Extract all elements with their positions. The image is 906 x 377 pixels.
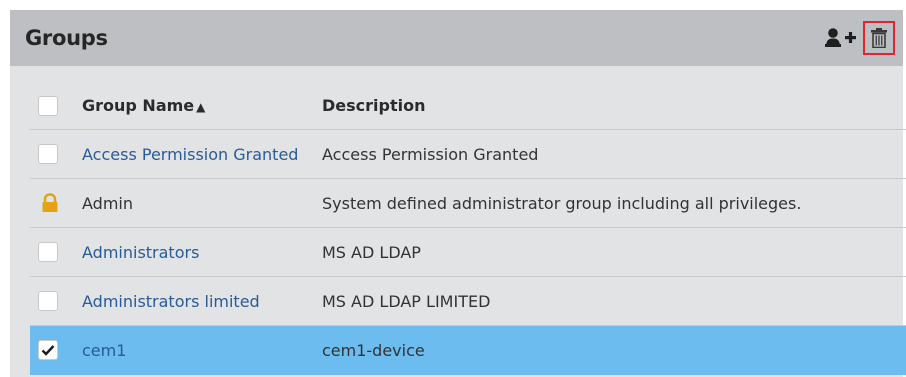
panel-title: Groups [25,26,108,50]
group-name-text: Admin [82,193,133,213]
checkmark-icon [41,345,55,356]
row-check-cell [30,291,82,311]
table-row-selected[interactable]: cem1 cem1-device [30,326,906,375]
groups-table: Group Name ▲ Description Access Permissio… [30,82,906,375]
group-description: Access Permission Granted [322,144,539,164]
row-check-cell [30,144,82,164]
group-name-link[interactable]: cem1 [82,341,322,360]
column-header-description[interactable]: Description [322,96,906,115]
table-header-row: Group Name ▲ Description [30,82,906,130]
row-check-cell [30,242,82,262]
column-header-group-name[interactable]: Group Name ▲ [82,96,322,115]
sort-ascending-icon: ▲ [196,100,206,114]
group-name-label: Group Name [82,96,195,115]
group-description: System defined administrator group inclu… [322,193,802,213]
table-row[interactable]: Admin System defined administrator group… [30,179,906,228]
group-description: cem1-device [322,340,425,360]
delete-group-button[interactable] [863,21,895,55]
group-description: MS AD LDAP LIMITED [322,291,491,311]
row-check-cell [30,193,82,213]
select-all-cell [30,95,82,116]
table-row[interactable]: Access Permission Granted Access Permiss… [30,130,906,179]
add-group-button[interactable] [825,21,857,55]
panel-header: Groups [10,10,903,66]
header-actions [825,21,895,55]
group-name-link[interactable]: Administrators [82,243,322,262]
group-description: MS AD LDAP [322,242,421,262]
table-row[interactable]: Administrators MS AD LDAP [30,228,906,277]
lock-icon [42,193,58,212]
row-checkbox[interactable] [38,144,58,164]
row-checkbox[interactable] [38,291,58,311]
group-name-link[interactable]: Administrators limited [82,292,322,311]
table-row[interactable]: Administrators limited MS AD LDAP LIMITE… [30,277,906,326]
row-check-cell [30,340,82,360]
trash-icon [871,28,887,48]
group-name-link[interactable]: Access Permission Granted [82,145,322,164]
row-checkbox[interactable] [38,242,58,262]
row-checkbox-checked[interactable] [38,340,58,360]
select-all-checkbox[interactable] [38,95,58,116]
groups-panel: Groups Group Name ▲ Description Access P… [10,10,906,377]
add-user-icon [825,28,856,47]
